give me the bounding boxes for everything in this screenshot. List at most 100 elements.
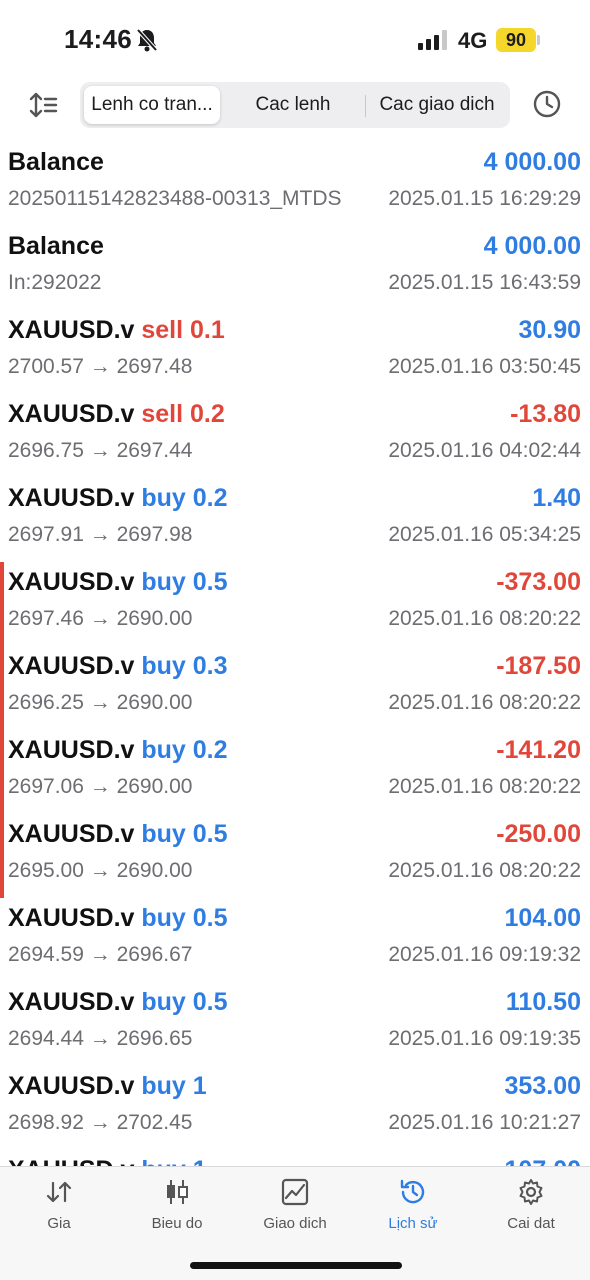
deal-profit: 30.90 [518,316,581,344]
tab-positions[interactable]: Lenh co tran... [84,86,220,124]
deal-title: XAUUSD.v buy 1 [8,1156,207,1166]
deal-volume: 0.2 [190,400,225,428]
deal-row[interactable]: XAUUSD.v buy 1 107.00 [0,1150,590,1166]
deal-detail: 2694.59 → 2696.67 [8,943,193,966]
deal-detail: 2697.06 → 2690.00 [8,775,193,798]
deal-side: sell [141,316,184,344]
deal-title: XAUUSD.v buy 0.3 [8,652,228,681]
deal-row[interactable]: XAUUSD.v buy 0.5 104.00 2694.59 → 2696.67 2… [0,898,590,982]
deal-time: 2025.01.16 09:19:32 [388,943,581,966]
deal-symbol: XAUUSD.v [8,568,135,596]
deal-volume: 0.5 [192,820,228,848]
tab-orders[interactable]: Cac lenh [224,86,362,124]
toolbar: Lenh co tran... Cac lenh Cac giao dich [0,80,590,140]
candlestick-chart-icon [167,1180,188,1204]
tab-settings[interactable]: Cai dat [472,1177,590,1243]
deal-symbol: XAUUSD.v [8,820,135,848]
status-bar: 14:46 4G 90 [0,0,590,80]
deal-detail: 2696.25 → 2690.00 [8,691,193,714]
deal-volume: 0.2 [192,736,228,764]
deal-row[interactable]: XAUUSD.v buy 0.5 110.50 2694.44 → 2696.65 2… [0,982,590,1066]
deal-row[interactable]: XAUUSD.v sell 0.1 30.90 2700.57 → 2697.48 2… [0,310,590,394]
deal-time: 2025.01.16 09:19:35 [388,1027,581,1050]
clock-icon[interactable] [532,89,562,119]
deal-row[interactable]: XAUUSD.v buy 0.3 -187.50 2696.25 → 2690.00… [0,646,590,730]
tab-label: Lịch sử [388,1215,438,1232]
deal-detail: 20250115142823488-00313_MTDS [8,187,342,210]
deal-title: XAUUSD.v buy 0.5 [8,820,228,849]
tab-history[interactable]: Lịch sử [354,1177,472,1243]
deal-side: buy [141,904,186,932]
deal-row[interactable]: Balance 4 000.00 In:292022 2025.01.15 16:43… [0,226,590,310]
deal-row[interactable]: Balance 4 000.00 20250115142823488-00313_M… [0,142,590,226]
deal-profit: -373.00 [496,568,581,596]
deal-symbol: XAUUSD.v [8,1072,135,1100]
deal-side: sell [141,400,184,428]
deal-symbol: XAUUSD.v [8,652,135,680]
deal-profit: 107.00 [505,1156,581,1166]
deal-title: XAUUSD.v buy 0.5 [8,568,228,597]
deal-detail: 2694.44 → 2696.65 [8,1027,193,1050]
deal-detail: 2698.92 → 2702.45 [8,1111,193,1134]
deal-title: XAUUSD.v sell 0.1 [8,316,225,345]
deal-symbol: XAUUSD.v [8,316,135,344]
quotes-arrows-icon [46,1181,72,1203]
tab-label: Cai dat [507,1215,555,1232]
deal-symbol: Balance [8,148,104,176]
deal-profit: 4 000.00 [483,148,581,176]
deal-title: Balance [8,232,104,261]
trade-chart-icon [281,1178,309,1206]
settings-gear-icon [519,1179,543,1205]
deal-side: buy [141,1072,186,1100]
tab-trade[interactable]: Giao dich [236,1177,354,1243]
loss-marker-bar [0,646,4,730]
status-time: 14:46 [64,24,132,54]
deal-title: XAUUSD.v buy 0.5 [8,904,228,933]
deal-detail: 2697.46 → 2690.00 [8,607,193,630]
deal-row[interactable]: XAUUSD.v buy 0.2 1.40 2697.91 → 2697.98 202… [0,478,590,562]
deal-profit: 4 000.00 [483,232,581,260]
tab-label: Giao dich [263,1215,327,1232]
deal-time: 2025.01.16 08:20:22 [388,859,581,882]
deal-side: buy [141,820,186,848]
deal-profit: -141.20 [496,736,581,764]
deal-symbol: XAUUSD.v [8,400,135,428]
deal-side: buy [141,736,186,764]
tab-charts[interactable]: Bieu do [118,1177,236,1243]
deal-time: 2025.01.16 08:20:22 [388,691,581,714]
deal-profit: 353.00 [504,1072,581,1100]
tab-quotes[interactable]: Gia [0,1177,118,1243]
deals-list: Balance 4 000.00 20250115142823488-00313_M… [0,142,590,1166]
loss-marker-bar [0,562,4,646]
deal-time: 2025.01.16 03:50:45 [388,355,581,378]
deal-time: 2025.01.16 05:34:25 [388,523,581,546]
deal-detail: 2695.00 → 2690.00 [8,859,193,882]
deal-side: buy [141,568,186,596]
deal-volume: 0.3 [192,652,228,680]
deal-time: 2025.01.16 04:02:44 [388,439,581,462]
history-filter-segmented-control: Lenh co tran... Cac lenh Cac giao dich [80,82,510,128]
deal-row[interactable]: XAUUSD.v buy 0.5 -250.00 2695.00 → 2690.00… [0,814,590,898]
deal-profit: -13.80 [510,400,581,428]
deal-detail: 2700.57 → 2697.48 [8,355,193,378]
deal-symbol: Balance [8,232,104,260]
signal-icon [418,30,447,50]
deal-title: XAUUSD.v buy 0.2 [8,736,228,765]
deal-volume: 0.2 [192,484,228,512]
deal-volume: 0.5 [192,988,228,1016]
deal-title: XAUUSD.v buy 1 [8,1072,207,1101]
tab-deals[interactable]: Cac giao dich [368,86,506,124]
deal-symbol: XAUUSD.v [8,904,135,932]
deal-row[interactable]: XAUUSD.v buy 0.5 -373.00 2697.46 → 2690.00… [0,562,590,646]
deal-detail: 2696.75 → 2697.44 [8,439,193,462]
deal-volume: 1 [193,1156,207,1166]
deal-time: 2025.01.15 16:29:29 [388,187,581,210]
deal-row[interactable]: XAUUSD.v buy 1 353.00 2698.92 → 2702.45 202… [0,1066,590,1150]
sort-icon[interactable] [28,90,58,120]
battery-tip [537,35,540,45]
deal-row[interactable]: XAUUSD.v buy 0.2 -141.20 2697.06 → 2690.00… [0,730,590,814]
network-type: 4G [458,28,488,53]
deal-time: 2025.01.16 08:20:22 [388,775,581,798]
deal-detail: 2697.91 → 2697.98 [8,523,193,546]
deal-row[interactable]: XAUUSD.v sell 0.2 -13.80 2696.75 → 2697.44… [0,394,590,478]
